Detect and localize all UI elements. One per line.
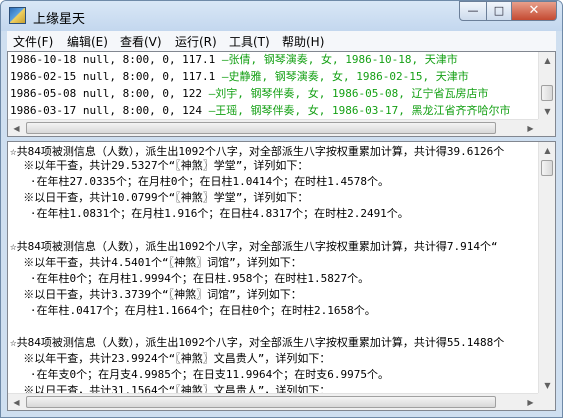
- scroll-thumb[interactable]: [541, 160, 553, 176]
- records-horizontal-scrollbar[interactable]: ◀ ▶: [8, 119, 539, 136]
- minimize-button[interactable]: —: [459, 1, 487, 21]
- app-window: 上缘星天 — □ ✕ 文件(F) 编辑(E) 查看(V) 运行(R) 工具(T)…: [0, 0, 563, 418]
- results-text[interactable]: ☆共84项被测信息（人数），派生出1092个八字，对全部派生八字按权重累加计算，…: [8, 142, 539, 394]
- scroll-up-arrow-icon[interactable]: ▲: [539, 52, 555, 69]
- record-line: 1986-02-15 null, 8:00, 0, 117.1 —史静雅, 钢琴…: [10, 70, 469, 83]
- close-button[interactable]: ✕: [511, 1, 557, 21]
- result-line: ※以年干查，共计29.5327个“〖神煞〗学堂”，详列如下：: [10, 159, 309, 172]
- title-bar[interactable]: 上缘星天 — □ ✕: [1, 1, 562, 31]
- scroll-down-arrow-icon[interactable]: ▼: [539, 377, 555, 394]
- scroll-down-arrow-icon[interactable]: ▼: [539, 103, 555, 120]
- scroll-left-arrow-icon[interactable]: ◀: [8, 120, 25, 136]
- result-line: ※以年干查，共计4.5401个“〖神煞〗词馆”，详列如下：: [10, 256, 302, 269]
- scroll-thumb[interactable]: [26, 122, 496, 134]
- menu-run[interactable]: 运行(R): [175, 33, 217, 50]
- results-horizontal-scrollbar[interactable]: ◀ ▶: [8, 393, 539, 410]
- menu-edit[interactable]: 编辑(E): [67, 33, 108, 50]
- menu-file[interactable]: 文件(F): [13, 33, 53, 50]
- menu-tools[interactable]: 工具(T): [229, 33, 270, 50]
- scrollbar-corner: [538, 119, 555, 136]
- window-title: 上缘星天: [33, 12, 86, 27]
- scroll-right-arrow-icon[interactable]: ▶: [522, 120, 539, 136]
- results-vertical-scrollbar[interactable]: ▲ ▼: [538, 142, 555, 394]
- records-text[interactable]: 1986-10-18 null, 8:00, 0, 117.1 —张倩, 钢琴演…: [8, 52, 539, 120]
- scroll-thumb[interactable]: [541, 85, 553, 101]
- scrollbar-corner: [538, 393, 555, 410]
- result-line: ※以年干查，共计23.9924个“〖神煞〗文昌贵人”，详列如下：: [10, 352, 331, 365]
- result-line: ·在年柱1.0831个；在月柱1.916个；在日柱4.8317个；在时柱2.24…: [10, 207, 409, 220]
- menu-bar: 文件(F) 编辑(E) 查看(V) 运行(R) 工具(T) 帮助(H): [7, 31, 556, 51]
- menu-view[interactable]: 查看(V): [120, 33, 162, 50]
- menu-help[interactable]: 帮助(H): [282, 33, 324, 50]
- scroll-right-arrow-icon[interactable]: ▶: [522, 394, 539, 410]
- records-vertical-scrollbar[interactable]: ▲ ▼: [538, 52, 555, 120]
- result-line: ※以日干查，共计10.0799个“〖神煞〗学堂”，详列如下：: [10, 191, 309, 204]
- record-line: 1986-10-18 null, 8:00, 0, 117.1 —张倩, 钢琴演…: [10, 53, 458, 66]
- result-line: ·在年支0个；在月支4.9985个；在日支11.9964个；在时支6.9975个…: [10, 368, 389, 381]
- results-pane[interactable]: ☆共84项被测信息（人数），派生出1092个八字，对全部派生八字按权重累加计算，…: [7, 141, 556, 411]
- result-line: ·在年柱.0417个；在月柱1.1664个；在日柱0个；在时柱2.1658个。: [10, 304, 376, 317]
- record-line: 1986-03-17 null, 8:00, 0, 124 —王瑶, 钢琴伴奏,…: [10, 104, 511, 117]
- maximize-button[interactable]: □: [486, 1, 512, 21]
- scroll-up-arrow-icon[interactable]: ▲: [539, 142, 555, 159]
- app-icon[interactable]: [9, 7, 26, 24]
- result-line: ·在年柱0个；在月柱1.9994个；在日柱.958个；在时柱1.5827个。: [10, 272, 370, 285]
- result-line: ※以日干查，共计3.3739个“〖神煞〗词馆”，详列如下：: [10, 288, 302, 301]
- record-line: 1986-05-08 null, 8:00, 0, 122 —刘宇, 钢琴伴奏,…: [10, 87, 489, 100]
- scroll-left-arrow-icon[interactable]: ◀: [8, 394, 25, 410]
- scroll-thumb[interactable]: [26, 396, 496, 408]
- records-pane[interactable]: 1986-10-18 null, 8:00, 0, 117.1 —张倩, 钢琴演…: [7, 51, 556, 137]
- result-line: ☆共84项被测信息（人数），派生出1092个八字，对全部派生八字按权重累加计算，…: [10, 240, 498, 253]
- result-line: ☆共84项被测信息（人数），派生出1092个八字，对全部派生八字按权重累加计算，…: [10, 336, 505, 349]
- result-line: ·在年柱27.0335个；在月柱0个；在日柱1.0414个；在时柱1.4578个…: [10, 175, 389, 188]
